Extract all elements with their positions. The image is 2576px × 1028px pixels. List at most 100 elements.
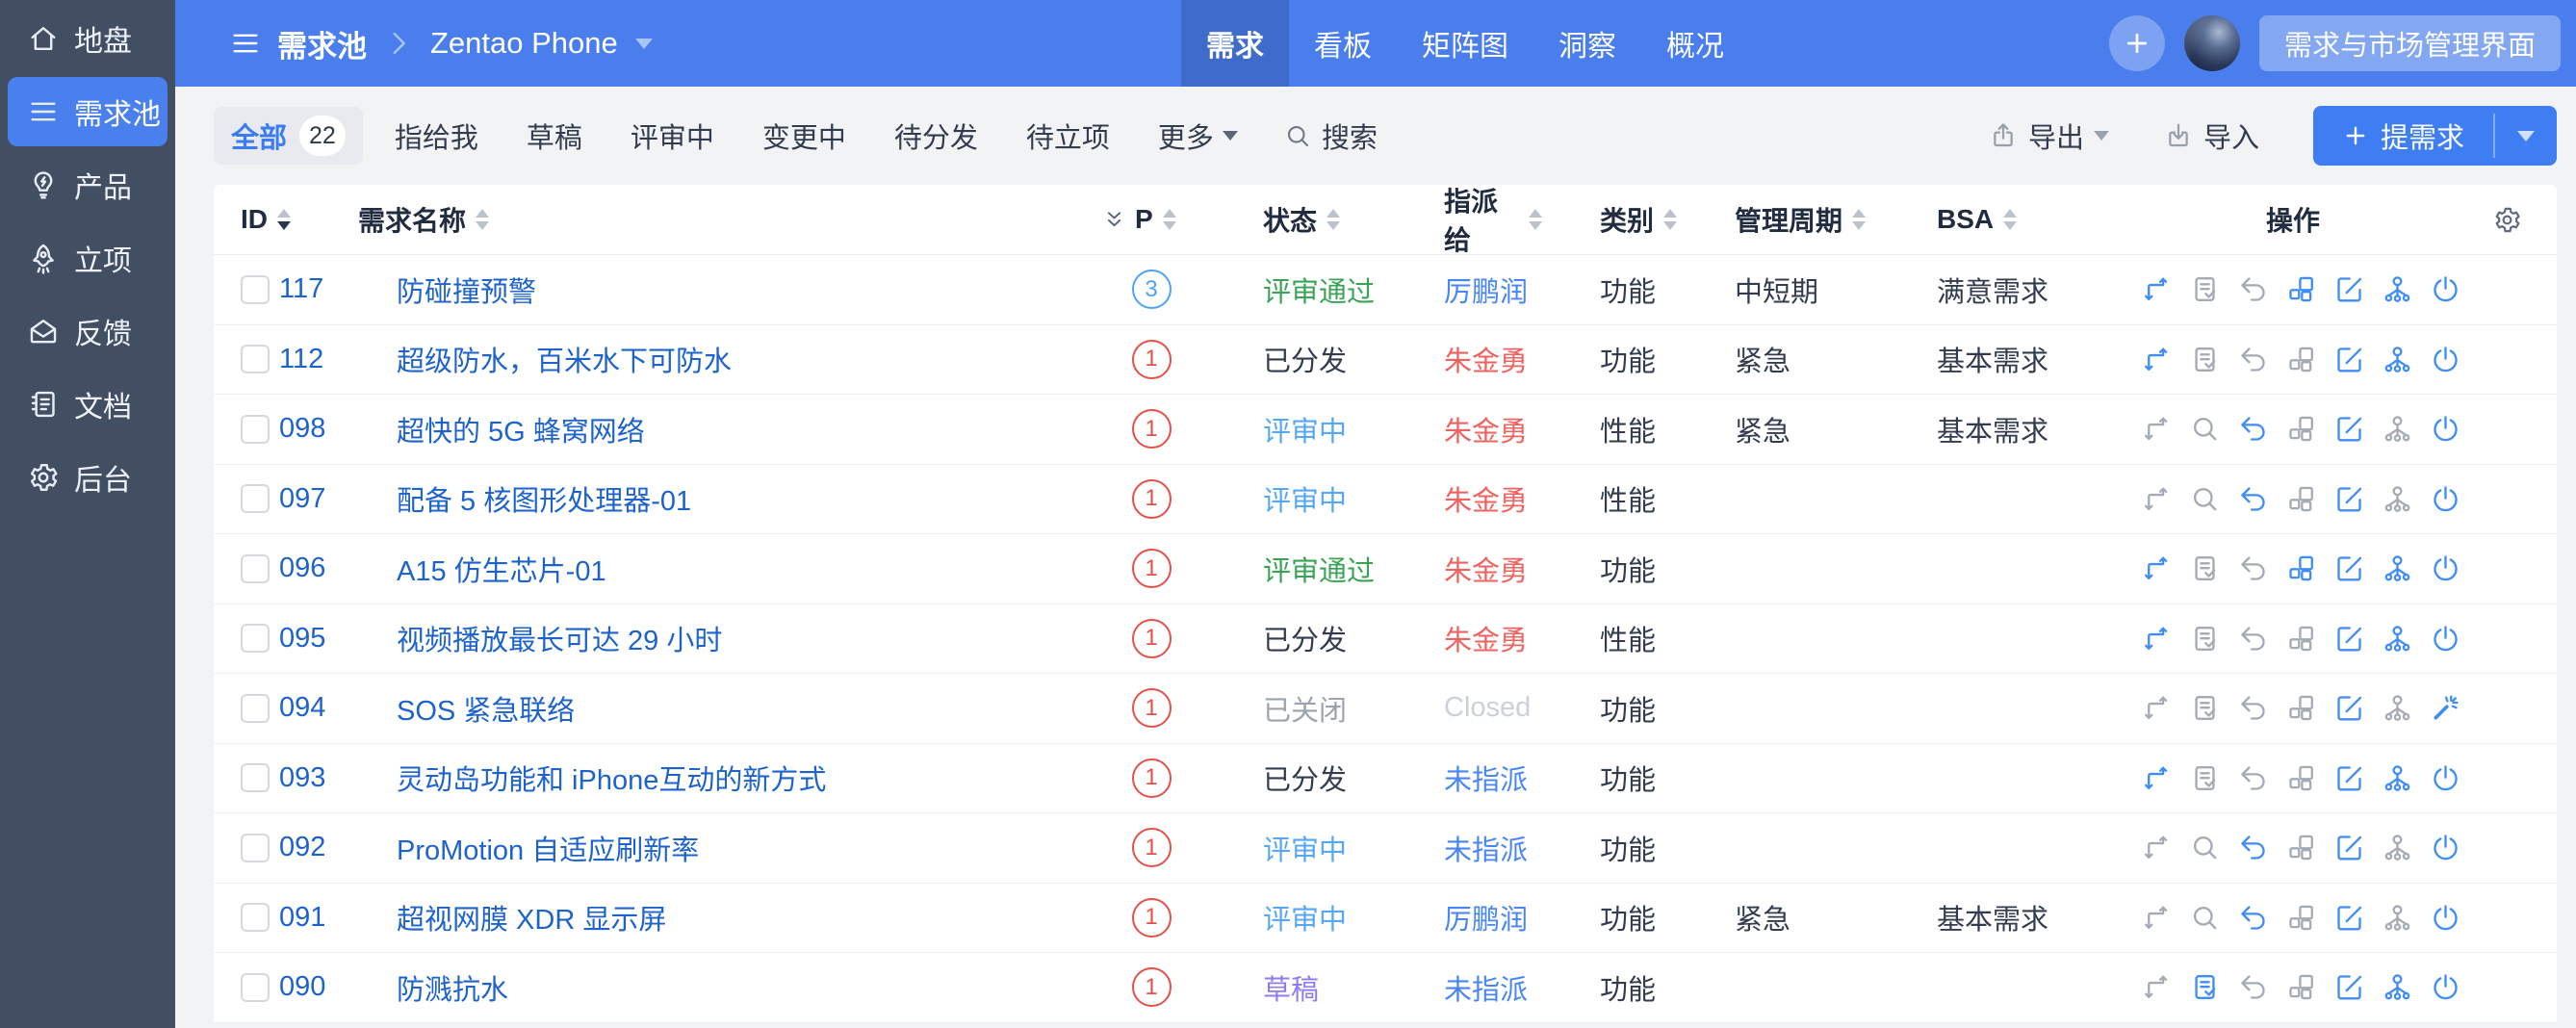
- filter-tab-变更中[interactable]: 变更中: [746, 116, 863, 156]
- column-header-assignee[interactable]: 指派给: [1378, 181, 1542, 258]
- withdraw-icon[interactable]: [2237, 413, 2269, 445]
- nav-tab-概况[interactable]: 概况: [1641, 0, 1749, 87]
- story-id[interactable]: 091: [279, 902, 325, 934]
- close-icon[interactable]: [2430, 344, 2461, 375]
- story-title-link[interactable]: A15 仿生芯片-01: [397, 549, 606, 589]
- story-title-link[interactable]: 超快的 5G 蜂窝网络: [397, 409, 645, 450]
- avatar[interactable]: [2183, 15, 2240, 71]
- chevron-down-icon[interactable]: [634, 38, 653, 49]
- close-icon[interactable]: [2430, 413, 2461, 445]
- withdraw-icon[interactable]: [2237, 483, 2269, 515]
- sidebar-item-立项[interactable]: 立项: [8, 223, 167, 293]
- withdraw-icon[interactable]: [2237, 832, 2269, 863]
- column-header-title[interactable]: 需求名称: [358, 200, 1097, 239]
- close-icon[interactable]: [2430, 273, 2461, 305]
- story-title-link[interactable]: 超级防水，百米水下可防水: [397, 339, 732, 379]
- story-id[interactable]: 117: [279, 273, 323, 305]
- edit-icon[interactable]: [2333, 553, 2365, 584]
- add-button[interactable]: [2108, 15, 2165, 71]
- transfer-icon[interactable]: [2141, 762, 2173, 794]
- assign-icon[interactable]: [2382, 344, 2413, 375]
- story-title-link[interactable]: SOS 紧急联络: [397, 688, 575, 729]
- edit-icon[interactable]: [2333, 832, 2365, 863]
- subdivide-icon[interactable]: [2285, 553, 2317, 584]
- story-id[interactable]: 096: [279, 553, 325, 584]
- nav-tab-看板[interactable]: 看板: [1289, 0, 1397, 87]
- story-title-link[interactable]: ProMotion 自适应刷新率: [397, 828, 699, 868]
- story-id[interactable]: 092: [279, 832, 325, 863]
- review-icon[interactable]: [2189, 971, 2221, 1003]
- breadcrumb-project[interactable]: Zentao Phone: [430, 26, 618, 61]
- story-title-link[interactable]: 防溅抗水: [397, 967, 508, 1008]
- sidebar-item-产品[interactable]: 产品: [8, 150, 167, 219]
- breadcrumb-module[interactable]: 需求池: [277, 22, 367, 65]
- story-id[interactable]: 097: [279, 483, 325, 515]
- workspace-switch-button[interactable]: 需求与市场管理界面: [2258, 15, 2561, 71]
- column-header-period[interactable]: 管理周期: [1677, 200, 1879, 239]
- filter-tab-草稿[interactable]: 草稿: [510, 116, 599, 156]
- row-checkbox[interactable]: [241, 763, 270, 793]
- edit-icon[interactable]: [2333, 692, 2365, 724]
- edit-icon[interactable]: [2333, 902, 2365, 934]
- row-checkbox[interactable]: [241, 484, 270, 514]
- story-id[interactable]: 095: [279, 623, 325, 655]
- story-title-link[interactable]: 视频播放最长可达 29 小时: [397, 618, 722, 658]
- row-checkbox[interactable]: [241, 693, 270, 723]
- edit-icon[interactable]: [2333, 413, 2365, 445]
- row-checkbox[interactable]: [241, 833, 270, 862]
- story-id[interactable]: 098: [279, 413, 325, 445]
- filter-tab-评审中[interactable]: 评审中: [614, 116, 731, 156]
- column-header-p[interactable]: P: [1097, 204, 1205, 235]
- close-icon[interactable]: [2430, 623, 2461, 655]
- assign-icon[interactable]: [2382, 762, 2413, 794]
- story-title-link[interactable]: 防碰撞预警: [397, 270, 536, 310]
- assign-icon[interactable]: [2382, 623, 2413, 655]
- edit-icon[interactable]: [2333, 273, 2365, 305]
- menu-icon[interactable]: [229, 27, 262, 60]
- transfer-icon[interactable]: [2141, 623, 2173, 655]
- subdivide-icon[interactable]: [2285, 273, 2317, 305]
- story-title-link[interactable]: 灵动岛功能和 iPhone互动的新方式: [397, 758, 826, 798]
- column-header-bsa[interactable]: BSA: [1879, 204, 2110, 235]
- edit-icon[interactable]: [2333, 344, 2365, 375]
- nav-tab-矩阵图[interactable]: 矩阵图: [1397, 0, 1533, 87]
- row-checkbox[interactable]: [241, 414, 270, 444]
- row-checkbox[interactable]: [241, 553, 270, 583]
- nav-tab-需求[interactable]: 需求: [1181, 0, 1289, 87]
- sidebar-item-反馈[interactable]: 反馈: [8, 296, 167, 366]
- row-checkbox[interactable]: [241, 903, 270, 933]
- transfer-icon[interactable]: [2141, 553, 2173, 584]
- nav-tab-洞察[interactable]: 洞察: [1533, 0, 1641, 87]
- assign-icon[interactable]: [2382, 273, 2413, 305]
- close-icon[interactable]: [2430, 832, 2461, 863]
- column-header-category[interactable]: 类别: [1542, 200, 1677, 239]
- story-id[interactable]: 093: [279, 762, 325, 794]
- close-icon[interactable]: [2430, 762, 2461, 794]
- transfer-icon[interactable]: [2141, 273, 2173, 305]
- submit-story-dropdown[interactable]: [2495, 106, 2557, 166]
- submit-story-button[interactable]: 提需求: [2312, 106, 2557, 166]
- row-checkbox[interactable]: [241, 345, 270, 374]
- close-icon[interactable]: [2430, 902, 2461, 934]
- sidebar-item-后台[interactable]: 后台: [8, 443, 167, 512]
- table-settings[interactable]: [2476, 205, 2537, 235]
- column-header-id[interactable]: ID: [241, 204, 358, 235]
- filter-tab-待分发[interactable]: 待分发: [878, 116, 994, 156]
- search-trigger[interactable]: 搜索: [1283, 116, 1378, 156]
- row-checkbox[interactable]: [241, 624, 270, 654]
- row-checkbox[interactable]: [241, 972, 270, 1002]
- export-button[interactable]: 导出: [1988, 116, 2109, 156]
- story-id[interactable]: 112: [279, 344, 323, 375]
- withdraw-icon[interactable]: [2237, 902, 2269, 934]
- transfer-icon[interactable]: [2141, 344, 2173, 375]
- column-header-status[interactable]: 状态: [1205, 200, 1378, 239]
- story-id[interactable]: 094: [279, 692, 325, 724]
- story-id[interactable]: 090: [279, 971, 325, 1003]
- filter-tab-指给我[interactable]: 指给我: [378, 116, 495, 156]
- edit-icon[interactable]: [2333, 483, 2365, 515]
- sidebar-item-需求池[interactable]: 需求池: [8, 77, 167, 146]
- row-checkbox[interactable]: [241, 274, 270, 304]
- story-title-link[interactable]: 超视网膜 XDR 显示屏: [397, 897, 666, 938]
- import-button[interactable]: 导入: [2163, 116, 2259, 156]
- filter-tab-待立项[interactable]: 待立项: [1010, 116, 1126, 156]
